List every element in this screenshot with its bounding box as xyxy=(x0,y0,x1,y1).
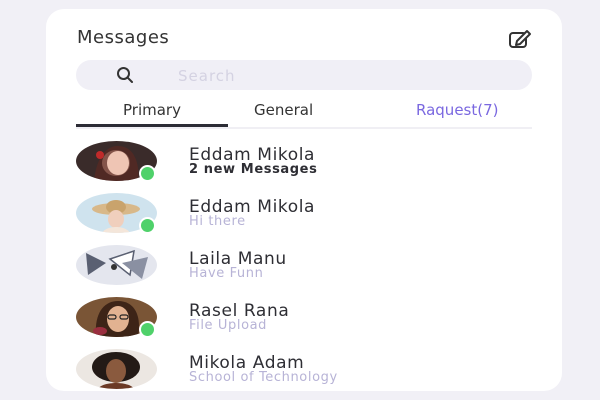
tab-general[interactable]: General xyxy=(254,101,313,119)
page-title: Messages xyxy=(77,27,170,48)
list-item[interactable]: Rasel Rana File Upload xyxy=(76,293,532,345)
online-indicator xyxy=(139,217,156,234)
conversation-list: Eddam Mikola 2 new Messages Eddam Mikola… xyxy=(76,137,532,397)
list-item[interactable]: Laila Manu Have Funn xyxy=(76,241,532,293)
tab-primary[interactable]: Primary xyxy=(76,101,228,127)
message-preview: Have Funn xyxy=(189,266,264,281)
avatar xyxy=(76,349,157,389)
search-bar xyxy=(76,60,532,90)
online-indicator xyxy=(139,321,156,338)
message-preview: 2 new Messages xyxy=(189,162,318,177)
message-preview: School of Technology xyxy=(189,370,338,385)
list-item[interactable]: Mikola Adam School of Technology xyxy=(76,345,532,397)
avatar xyxy=(76,245,157,285)
message-preview: Hi there xyxy=(189,214,246,229)
search-input[interactable] xyxy=(176,64,480,88)
messages-panel: Messages Primary General Raquest(7) xyxy=(46,9,562,391)
messages-header: Messages xyxy=(77,19,532,59)
tab-request[interactable]: Raquest(7) xyxy=(416,101,499,119)
list-item[interactable]: Eddam Mikola Hi there xyxy=(76,189,532,241)
list-item[interactable]: Eddam Mikola 2 new Messages xyxy=(76,137,532,189)
tab-bar: Primary General Raquest(7) xyxy=(76,97,532,129)
online-indicator xyxy=(139,165,156,182)
search-icon[interactable] xyxy=(116,66,134,84)
compose-icon[interactable] xyxy=(508,29,532,49)
message-preview: File Upload xyxy=(189,318,268,333)
